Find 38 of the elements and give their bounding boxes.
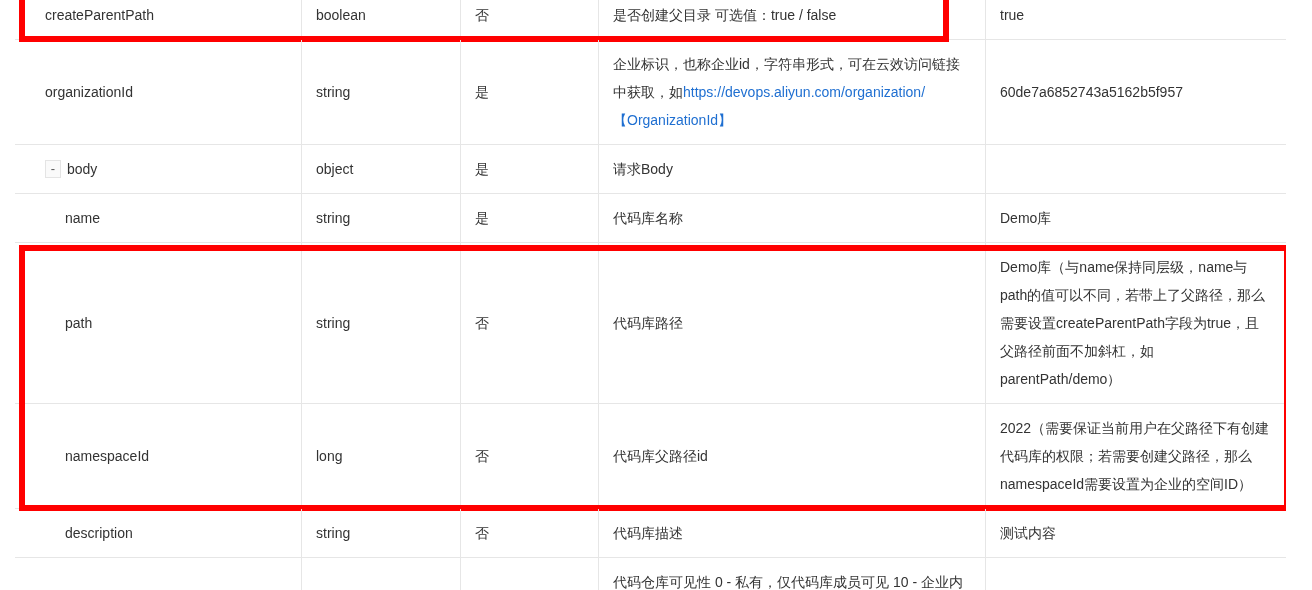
param-name: createParentPath	[45, 6, 154, 25]
example-value: Demo库（与name保持同层级，name与path的值可以不同，若带上了父路径，那么需要设置createParentPath字段为true，且父路径前面不加斜杠，如parentPath/demo）	[1000, 258, 1267, 389]
param-name: organizationId	[45, 83, 133, 102]
required-label: 是	[475, 160, 489, 179]
example-value: 60de7a6852743a5162b5f957	[1000, 83, 1183, 102]
example-value: 2022（需要保证当前用户在父路径下有创建代码库的权限；若需要创建父路径，那么namespaceId需要设置为企业的空间ID）	[1000, 419, 1271, 494]
param-type: long	[316, 447, 343, 466]
param-name: body	[67, 160, 98, 179]
required-label: 否	[475, 447, 489, 466]
example-value: 测试内容	[1000, 524, 1056, 543]
description-link[interactable]: https://devops.aliyun.com/organization/	[683, 84, 926, 100]
example-value: true	[1000, 6, 1025, 25]
param-description: 请求Body	[613, 160, 673, 179]
param-description: 代码库父路径id	[613, 447, 708, 466]
param-type: string	[316, 209, 351, 228]
param-description: 代码库名称	[613, 209, 683, 228]
param-description: 是否创建父目录 可选值：true / false	[613, 6, 837, 25]
param-name: description	[65, 524, 133, 543]
param-description: 代码库描述	[613, 524, 683, 543]
param-type: string	[316, 524, 351, 543]
required-label: 否	[475, 6, 489, 25]
example-value: Demo库	[1000, 209, 1052, 228]
param-type: object	[316, 160, 354, 179]
param-description: 代码库路径	[613, 314, 683, 333]
param-type: boolean	[316, 6, 366, 25]
collapse-toggle[interactable]: -	[45, 160, 61, 178]
param-name: namespaceId	[65, 447, 150, 466]
description-link[interactable]: 【OrganizationId】	[613, 112, 733, 128]
param-description: 企业标识，也称企业id，字符串形式，可在云效访问链接中获取，如https://devops.aliyun.com/organization/ 【OrganizationId】	[613, 55, 961, 130]
param-name: path	[65, 314, 93, 333]
required-label: 是	[475, 209, 489, 228]
required-label: 否	[475, 314, 489, 333]
required-label: 否	[475, 524, 489, 543]
required-label: 是	[475, 83, 489, 102]
param-description: 代码仓库可见性 0 - 私有，仅代码库成员可见 10 - 企业内	[613, 573, 964, 590]
param-type: string	[316, 314, 351, 333]
param-type: string	[316, 83, 351, 102]
param-name: name	[65, 209, 101, 228]
